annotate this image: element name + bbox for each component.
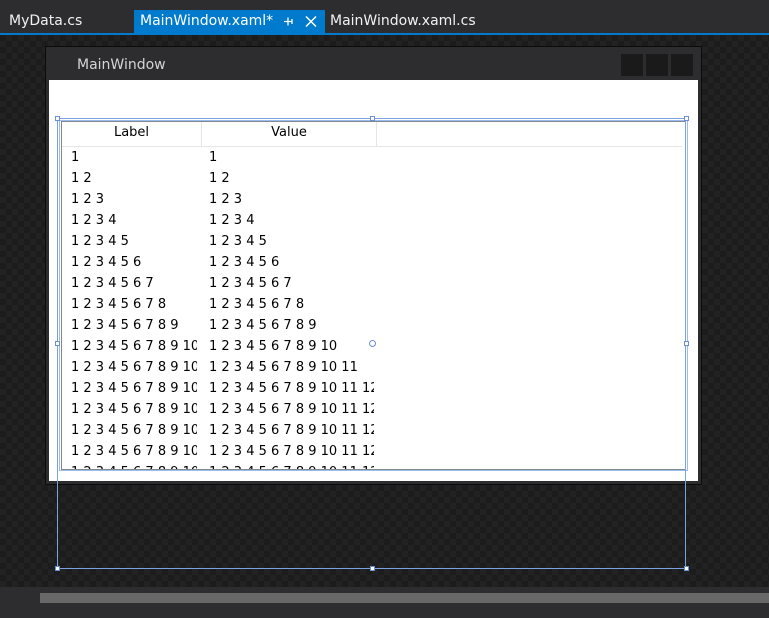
table-row[interactable]: 1 2 3 4 5 6 7 8 9 10 11 12 13 14 15 1 2 3… xyxy=(62,441,682,462)
resize-handle-left[interactable] xyxy=(55,341,60,346)
resize-handle-bottom-left[interactable] xyxy=(55,566,60,571)
minimize-button[interactable] xyxy=(621,54,643,76)
table-row[interactable]: 1 2 3 1 2 3 xyxy=(62,189,682,210)
table-row[interactable]: 1 2 3 4 5 1 2 3 4 5 xyxy=(62,231,682,252)
cell-label[interactable]: 1 2 3 4 5 6 7 8 9 10 11 xyxy=(71,357,197,378)
cell-value[interactable]: 1 xyxy=(209,147,374,168)
tab-label: MainWindow.xaml* xyxy=(140,13,274,29)
tab-label: MainWindow.xaml.cs xyxy=(330,13,476,29)
cell-label[interactable]: 1 2 3 xyxy=(71,189,197,210)
cell-label[interactable]: 1 2 3 4 5 6 xyxy=(71,252,197,273)
cell-label[interactable]: 1 2 3 4 5 6 7 8 xyxy=(71,294,197,315)
cell-value[interactable]: 1 2 3 4 5 6 7 8 9 10 xyxy=(209,336,374,357)
cell-label[interactable]: 1 2 3 4 5 6 7 8 9 10 11 12 13 14 15 xyxy=(71,441,197,462)
close-button[interactable] xyxy=(671,54,693,76)
cell-value[interactable]: 1 2 3 4 5 6 7 8 9 10 11 12 xyxy=(209,378,374,399)
cell-value[interactable]: 1 2 3 4 5 6 7 8 xyxy=(209,294,374,315)
resize-handle-right[interactable] xyxy=(684,341,689,346)
column-header-label[interactable]: Label xyxy=(62,122,202,146)
cell-value[interactable]: 1 2 3 4 5 6 7 8 9 10 11 12 13 xyxy=(209,399,374,420)
cell-label[interactable]: 1 2 3 4 5 6 7 8 9 xyxy=(71,315,197,336)
designer-bottom-bar xyxy=(0,587,769,618)
cell-value[interactable]: 1 2 3 4 5 6 7 8 9 10 11 12 13 14 xyxy=(209,420,374,441)
center-adorner[interactable] xyxy=(369,340,376,347)
cell-label[interactable]: 1 2 3 4 5 xyxy=(71,231,197,252)
tab-mainwindow-xaml[interactable]: MainWindow.xaml* xyxy=(134,10,325,33)
tab-mainwindow-xaml-cs[interactable]: MainWindow.xaml.cs xyxy=(321,10,481,33)
data-grid[interactable]: Label Value 111 21 21 2 31 2 31 2 3 41 2… xyxy=(61,121,686,470)
table-row[interactable]: 1 2 1 2 xyxy=(62,168,682,189)
scrollbar-thumb[interactable] xyxy=(40,593,769,603)
resize-handle-bottom[interactable] xyxy=(370,566,375,571)
cell-value[interactable]: 1 2 3 4 5 6 xyxy=(209,252,374,273)
resize-handle-top-right[interactable] xyxy=(684,116,689,121)
cell-value[interactable]: 1 2 xyxy=(209,168,374,189)
document-tab-strip: MyData.cs MainWindow.xaml* MainWindow.xa… xyxy=(0,0,769,33)
table-row[interactable]: 11 xyxy=(62,147,682,168)
cell-label[interactable]: 1 2 3 4 5 6 7 8 9 10 11 12 13 14 xyxy=(71,420,197,441)
table-row[interactable]: 1 2 3 4 5 6 7 8 9 10 11 12 13 1 2 3 4 5 6… xyxy=(62,399,682,420)
table-row[interactable]: 1 2 3 4 5 6 7 8 9 10 11 1 2 3 4 5 6 7 8 9… xyxy=(62,357,682,378)
cell-label[interactable]: 1 2 3 4 5 6 7 8 9 10 11 12 xyxy=(71,378,197,399)
table-row[interactable]: 1 2 3 4 5 6 7 8 9 10 11 12 13 14 15 16 1 … xyxy=(62,462,682,469)
resize-handle-top[interactable] xyxy=(370,116,375,121)
table-row[interactable]: 1 2 3 4 1 2 3 4 xyxy=(62,210,682,231)
resize-handle-top-left[interactable] xyxy=(55,116,60,121)
cell-value[interactable]: 1 2 3 4 5 6 7 8 9 xyxy=(209,315,374,336)
cell-label[interactable]: 1 xyxy=(71,147,197,168)
cell-value[interactable]: 1 2 3 4 5 6 7 8 9 10 11 12 13 14 15 xyxy=(209,441,374,462)
grid-header: Label Value xyxy=(62,122,682,147)
table-row[interactable]: 1 2 3 4 5 6 7 8 9 10 11 12 1 2 3 4 5 6 7 … xyxy=(62,378,682,399)
cell-label[interactable]: 1 2 3 4 5 6 7 8 9 10 11 12 13 xyxy=(71,399,197,420)
cell-value[interactable]: 1 2 3 4 5 xyxy=(209,231,374,252)
table-row[interactable]: 1 2 3 4 5 6 7 8 1 2 3 4 5 6 7 8 xyxy=(62,294,682,315)
grid-rows: 111 21 21 2 31 2 31 2 3 41 2 3 41 2 3 4 … xyxy=(62,147,682,469)
tab-label: MyData.cs xyxy=(9,13,83,29)
column-header-value[interactable]: Value xyxy=(202,122,377,146)
resize-handle-bottom-right[interactable] xyxy=(684,566,689,571)
tab-mydata-cs[interactable]: MyData.cs xyxy=(0,10,134,33)
cell-label[interactable]: 1 2 3 4 5 6 7 8 9 10 xyxy=(71,336,197,357)
cell-value[interactable]: 1 2 3 xyxy=(209,189,374,210)
cell-value[interactable]: 1 2 3 4 5 6 7 8 9 10 11 12 13 14 15 16 xyxy=(209,462,374,469)
cell-value[interactable]: 1 2 3 4 5 6 7 8 9 10 11 xyxy=(209,357,374,378)
cell-value[interactable]: 1 2 3 4 xyxy=(209,210,374,231)
cell-label[interactable]: 1 2 3 4 xyxy=(71,210,197,231)
maximize-button[interactable] xyxy=(646,54,668,76)
window-title: MainWindow xyxy=(77,57,166,73)
cell-label[interactable]: 1 2 xyxy=(71,168,197,189)
cell-label[interactable]: 1 2 3 4 5 6 7 8 9 10 11 12 13 14 15 16 xyxy=(71,462,197,469)
table-row[interactable]: 1 2 3 4 5 6 7 8 9 10 11 12 13 14 1 2 3 4 … xyxy=(62,420,682,441)
table-row[interactable]: 1 2 3 4 5 6 1 2 3 4 5 6 xyxy=(62,252,682,273)
table-row[interactable]: 1 2 3 4 5 6 7 8 9 1 2 3 4 5 6 7 8 9 xyxy=(62,315,682,336)
cell-value[interactable]: 1 2 3 4 5 6 7 xyxy=(209,273,374,294)
table-row[interactable]: 1 2 3 4 5 6 7 1 2 3 4 5 6 7 xyxy=(62,273,682,294)
cell-label[interactable]: 1 2 3 4 5 6 7 xyxy=(71,273,197,294)
